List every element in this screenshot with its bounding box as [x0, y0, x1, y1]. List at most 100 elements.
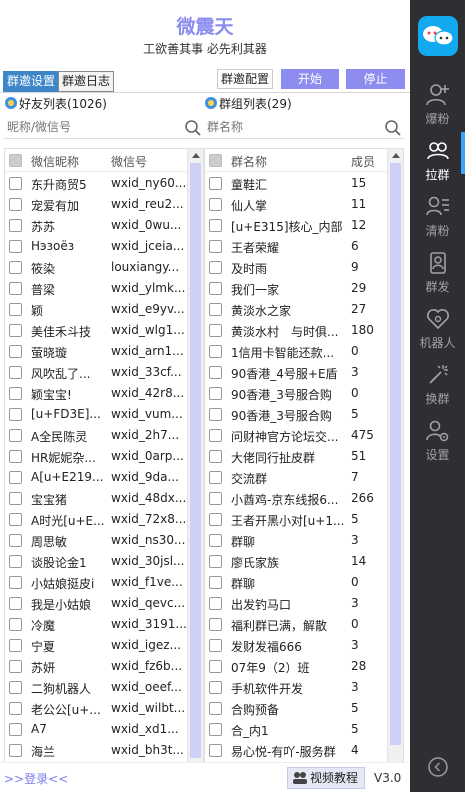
row-checkbox[interactable] [9, 240, 22, 253]
row-checkbox[interactable] [209, 492, 222, 505]
row-checkbox[interactable] [9, 219, 22, 232]
sidebar-item-broadcast[interactable]: 群发 [410, 244, 465, 300]
tab-invite-log[interactable]: 群邀日志 [58, 71, 115, 92]
group-row[interactable]: 易心悦-有吖-服务群 4 [205, 740, 388, 761]
group-row[interactable]: 发财发福666 3 [205, 635, 388, 656]
friend-row[interactable]: HR妮妮杂... wxid_0arp... [5, 446, 188, 467]
row-checkbox[interactable] [9, 681, 22, 694]
friend-row[interactable]: 东升商贸5 wxid_ny60... [5, 173, 188, 194]
group-row[interactable]: 1信用卡智能还款... 0 [205, 341, 388, 362]
row-checkbox[interactable] [9, 177, 22, 190]
row-checkbox[interactable] [9, 282, 22, 295]
group-row[interactable]: 90香港_4号服+E盾 3 [205, 362, 388, 383]
stop-button[interactable]: 停止 [346, 69, 405, 89]
sidebar-item-settings-user[interactable]: 设置 [410, 412, 465, 468]
row-checkbox[interactable] [209, 681, 222, 694]
group-row[interactable]: 大佬同行扯皮群 51 [205, 446, 388, 467]
tab-invite-settings[interactable]: 群邀设置 [3, 71, 60, 92]
row-checkbox[interactable] [9, 324, 22, 337]
friend-row[interactable]: 颖宝宝! wxid_42r8... [5, 383, 188, 404]
row-checkbox[interactable] [9, 534, 22, 547]
row-checkbox[interactable] [209, 471, 222, 484]
group-row[interactable]: 福利群已满，解散 0 [205, 614, 388, 635]
group-row[interactable]: 群聊 3 [205, 530, 388, 551]
friend-row[interactable]: 二狗机器人 wxid_oeef... [5, 677, 188, 698]
row-checkbox[interactable] [209, 450, 222, 463]
row-checkbox[interactable] [209, 702, 222, 715]
friend-row[interactable]: 宁夏 wxid_igez... [5, 635, 188, 656]
row-checkbox[interactable] [9, 576, 22, 589]
row-checkbox[interactable] [209, 639, 222, 652]
friend-row[interactable]: 谈股论金1 wxid_30jsl... [5, 551, 188, 572]
row-checkbox[interactable] [209, 723, 222, 736]
group-row[interactable]: 仙人掌 11 [205, 194, 388, 215]
row-checkbox[interactable] [9, 513, 22, 526]
select-all-groups-checkbox[interactable] [209, 154, 222, 167]
group-row[interactable]: 合购预备 5 [205, 698, 388, 719]
scroll-up-icon[interactable] [392, 153, 400, 158]
friend-row[interactable]: A全民陈灵 wxid_2h7... [5, 425, 188, 446]
friend-row[interactable]: 苏妍 wxid_fz6b... [5, 656, 188, 677]
friend-row[interactable]: 老公公[u+... wxid_wilbt... [5, 698, 188, 719]
group-row[interactable]: 黄淡水之家 27 [205, 299, 388, 320]
select-all-friends-checkbox[interactable] [9, 154, 22, 167]
row-checkbox[interactable] [9, 660, 22, 673]
group-row[interactable]: 90香港_3号服合购 5 [205, 404, 388, 425]
friend-list-scrollbar[interactable] [187, 149, 203, 792]
row-checkbox[interactable] [209, 576, 222, 589]
row-checkbox[interactable] [209, 744, 222, 757]
friend-row[interactable]: 风吹乱了... wxid_33cf... [5, 362, 188, 383]
friend-row[interactable]: A[u+E219... wxid_9da... [5, 467, 188, 488]
row-checkbox[interactable] [9, 429, 22, 442]
row-checkbox[interactable] [9, 198, 22, 211]
row-checkbox[interactable] [209, 408, 222, 421]
row-checkbox[interactable] [209, 660, 222, 673]
friend-row[interactable]: 小姑娘挺皮i wxid_f1ve... [5, 572, 188, 593]
sidebar-item-user-add[interactable]: 爆粉 [410, 76, 465, 132]
row-checkbox[interactable] [9, 345, 22, 358]
row-checkbox[interactable] [9, 555, 22, 568]
group-list-scrollbar[interactable] [387, 149, 403, 792]
group-row[interactable]: 小酋鸡-京东线报6... 266 [205, 488, 388, 509]
friend-row[interactable]: Нэзоёз wxid_jceia... [5, 236, 188, 257]
group-search-input[interactable] [204, 117, 374, 137]
group-scroll-thumb[interactable] [390, 163, 401, 745]
row-checkbox[interactable] [209, 198, 222, 211]
row-checkbox[interactable] [9, 366, 22, 379]
row-checkbox[interactable] [209, 366, 222, 379]
group-row[interactable]: 王者荣耀 6 [205, 236, 388, 257]
sidebar-item-switch[interactable]: 换群 [410, 356, 465, 412]
row-checkbox[interactable] [9, 387, 22, 400]
row-checkbox[interactable] [209, 513, 222, 526]
friend-row[interactable]: 筱染 louxiangy... [5, 257, 188, 278]
friend-row[interactable]: A7 wxid_xd1... [5, 719, 188, 740]
row-checkbox[interactable] [9, 744, 22, 757]
row-checkbox[interactable] [209, 324, 222, 337]
group-row[interactable]: 问财神官方论坛交... 475 [205, 425, 388, 446]
row-checkbox[interactable] [209, 282, 222, 295]
group-row[interactable]: 交流群 7 [205, 467, 388, 488]
group-row[interactable]: 出发钓马口 3 [205, 593, 388, 614]
row-checkbox[interactable] [9, 597, 22, 610]
search-icon[interactable] [184, 119, 202, 137]
search-icon[interactable] [384, 119, 402, 137]
friend-search-input[interactable] [4, 117, 174, 137]
row-checkbox[interactable] [209, 534, 222, 547]
logout-icon[interactable] [427, 756, 449, 778]
row-checkbox[interactable] [9, 303, 22, 316]
row-checkbox[interactable] [209, 240, 222, 253]
scroll-up-icon[interactable] [192, 153, 200, 158]
friend-row[interactable]: 颖 wxid_e9yv... [5, 299, 188, 320]
friend-row[interactable]: [u+FD3E]... wxid_vum... [5, 404, 188, 425]
row-checkbox[interactable] [209, 387, 222, 400]
friend-row[interactable]: A时光[u+E... wxid_72x8... [5, 509, 188, 530]
login-link[interactable]: >>登录<< [4, 770, 68, 787]
row-checkbox[interactable] [9, 639, 22, 652]
invite-config-button[interactable]: 群邀配置 [217, 69, 273, 89]
group-row[interactable]: 合_内1 5 [205, 719, 388, 740]
row-checkbox[interactable] [209, 345, 222, 358]
row-checkbox[interactable] [209, 555, 222, 568]
group-row[interactable]: 群聊 0 [205, 572, 388, 593]
friend-row[interactable]: 美佳禾斗技 wxid_wlg1... [5, 320, 188, 341]
group-row[interactable]: 我们一家 29 [205, 278, 388, 299]
